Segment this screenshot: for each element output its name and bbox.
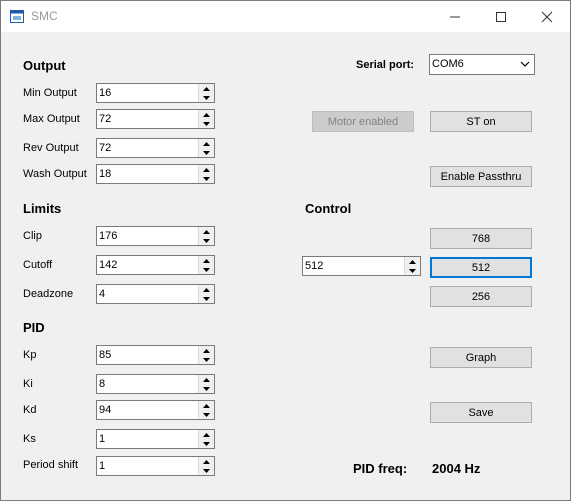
kd-value[interactable]: 94 xyxy=(99,404,111,416)
control-value[interactable]: 512 xyxy=(305,260,323,272)
max-output-spinner[interactable]: 72 xyxy=(96,109,215,129)
spin-down-icon[interactable] xyxy=(199,466,214,475)
minimize-button[interactable] xyxy=(432,1,478,32)
maximize-button[interactable] xyxy=(478,1,524,32)
spin-down-icon[interactable] xyxy=(199,355,214,364)
clip-value[interactable]: 176 xyxy=(99,230,117,242)
output-heading: Output xyxy=(23,58,66,73)
spin-down-icon[interactable] xyxy=(199,410,214,419)
spinner-arrows xyxy=(198,285,214,303)
spin-down-icon[interactable] xyxy=(199,384,214,393)
serial-port-label: Serial port: xyxy=(356,59,415,71)
spinner-arrows xyxy=(404,257,420,275)
cutoff-spinner[interactable]: 142 xyxy=(96,255,215,275)
cutoff-value[interactable]: 142 xyxy=(99,259,117,271)
limits-heading: Limits xyxy=(23,201,62,216)
min-output-label: Min Output xyxy=(23,87,77,99)
kp-label: Kp xyxy=(23,349,37,361)
spinner-arrows xyxy=(198,165,214,183)
deadzone-label: Deadzone xyxy=(23,288,74,300)
spin-down-icon[interactable] xyxy=(405,266,420,275)
client-area: Output Min Output 16 Max Output 72 Rev O… xyxy=(1,32,570,500)
close-button[interactable] xyxy=(524,1,570,32)
app-icon xyxy=(10,10,24,23)
title-bar[interactable]: SMC xyxy=(1,1,570,32)
preset-768-button[interactable]: 768 xyxy=(430,228,532,249)
spinner-arrows xyxy=(198,139,214,157)
period-shift-spinner[interactable]: 1 xyxy=(96,456,215,476)
serial-port-select[interactable]: COM6 xyxy=(429,54,535,75)
kd-spinner[interactable]: 94 xyxy=(96,400,215,420)
ki-label: Ki xyxy=(23,378,33,390)
rev-output-spinner[interactable]: 72 xyxy=(96,138,215,158)
graph-button[interactable]: Graph xyxy=(430,347,532,368)
rev-output-value[interactable]: 72 xyxy=(99,142,111,154)
kp-spinner[interactable]: 85 xyxy=(96,345,215,365)
deadzone-spinner[interactable]: 4 xyxy=(96,284,215,304)
spinner-arrows xyxy=(198,401,214,419)
preset-512-button[interactable]: 512 xyxy=(430,257,532,278)
control-spinner[interactable]: 512 xyxy=(302,256,421,276)
ki-value[interactable]: 8 xyxy=(99,378,105,390)
spin-down-icon[interactable] xyxy=(199,265,214,274)
spinner-arrows xyxy=(198,346,214,364)
deadzone-value[interactable]: 4 xyxy=(99,288,105,300)
spin-down-icon[interactable] xyxy=(199,236,214,245)
window-title: SMC xyxy=(31,9,58,23)
serial-port-value[interactable]: COM6 xyxy=(432,58,464,70)
spinner-arrows xyxy=(198,256,214,274)
spin-down-icon[interactable] xyxy=(199,294,214,303)
minimize-icon xyxy=(450,16,460,17)
rev-output-label: Rev Output xyxy=(23,142,79,154)
spinner-arrows xyxy=(198,457,214,475)
cutoff-label: Cutoff xyxy=(23,259,53,271)
clip-spinner[interactable]: 176 xyxy=(96,226,215,246)
max-output-label: Max Output xyxy=(23,113,80,125)
spin-down-icon[interactable] xyxy=(199,174,214,183)
min-output-value[interactable]: 16 xyxy=(99,87,111,99)
kp-value[interactable]: 85 xyxy=(99,349,111,361)
main-window: SMC Output Min Output 16 Max Output 72 R… xyxy=(0,0,571,501)
period-shift-value[interactable]: 1 xyxy=(99,460,105,472)
close-icon xyxy=(541,11,553,22)
chevron-down-icon[interactable] xyxy=(520,60,530,68)
spinner-arrows xyxy=(198,227,214,245)
spinner-arrows xyxy=(198,110,214,128)
spin-down-icon[interactable] xyxy=(199,93,214,102)
max-output-value[interactable]: 72 xyxy=(99,113,111,125)
spin-down-icon[interactable] xyxy=(199,439,214,448)
kd-label: Kd xyxy=(23,404,37,416)
ki-spinner[interactable]: 8 xyxy=(96,374,215,394)
spin-down-icon[interactable] xyxy=(199,119,214,128)
wash-output-label: Wash Output xyxy=(23,168,87,180)
pid-freq-label: PID freq: xyxy=(353,461,408,476)
ks-spinner[interactable]: 1 xyxy=(96,429,215,449)
spin-down-icon[interactable] xyxy=(199,148,214,157)
maximize-icon xyxy=(496,11,506,22)
motor-enabled-button[interactable]: Motor enabled xyxy=(312,111,414,132)
preset-256-button[interactable]: 256 xyxy=(430,286,532,307)
ks-value[interactable]: 1 xyxy=(99,433,105,445)
spinner-arrows xyxy=(198,375,214,393)
spinner-arrows xyxy=(198,84,214,102)
pid-freq-value: 2004 Hz xyxy=(432,461,481,476)
ks-label: Ks xyxy=(23,433,36,445)
enable-passthru-button[interactable]: Enable Passthru xyxy=(430,166,532,187)
min-output-spinner[interactable]: 16 xyxy=(96,83,215,103)
pid-heading: PID xyxy=(23,320,45,335)
period-shift-label: Period shift xyxy=(23,459,79,471)
st-on-button[interactable]: ST on xyxy=(430,111,532,132)
clip-label: Clip xyxy=(23,230,42,242)
spinner-arrows xyxy=(198,430,214,448)
wash-output-value[interactable]: 18 xyxy=(99,168,111,180)
control-heading: Control xyxy=(305,201,352,216)
save-button[interactable]: Save xyxy=(430,402,532,423)
wash-output-spinner[interactable]: 18 xyxy=(96,164,215,184)
